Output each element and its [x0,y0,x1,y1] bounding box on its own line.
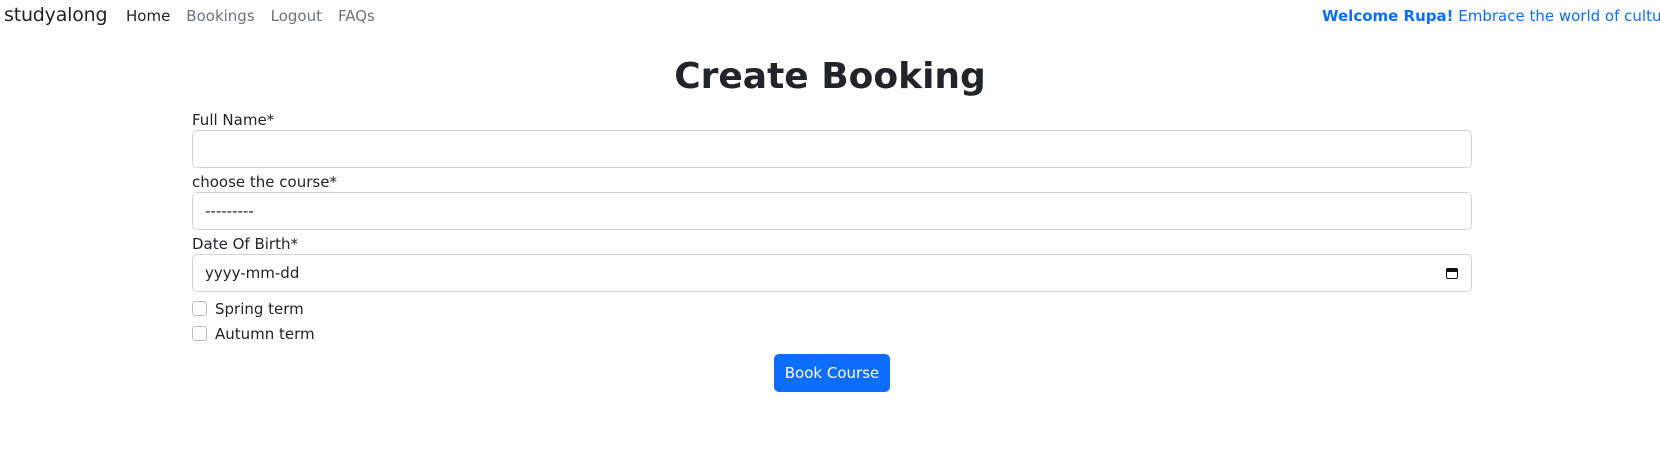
nav-link-home[interactable]: Home [126,7,170,25]
booking-form: Full Name* choose the course* --------- … [192,110,1472,346]
full-name-label: Full Name* [192,111,275,129]
course-select[interactable]: --------- [192,192,1472,230]
book-course-button[interactable]: Book Course [774,354,890,392]
welcome-message: Welcome Rupa! Embrace the world of cultu… [1322,7,1660,25]
course-selected-value: --------- [205,202,254,220]
page-title: Create Booking [674,56,986,97]
nav-link-faqs[interactable]: FAQs [338,7,375,25]
calendar-icon[interactable] [1445,266,1459,280]
nav-link-logout[interactable]: Logout [271,7,322,25]
dob-label: Date Of Birth* [192,235,298,253]
course-label: choose the course* [192,173,337,191]
autumn-term-checkbox[interactable] [192,326,207,341]
nav-links: Home Bookings Logout FAQs [126,7,375,25]
autumn-term-label[interactable]: Autumn term [215,325,315,343]
dob-placeholder: yyyy-mm-dd [205,264,300,282]
nav-link-bookings[interactable]: Bookings [186,7,254,25]
welcome-name: Welcome Rupa! [1322,7,1454,25]
dob-input[interactable]: yyyy-mm-dd [192,254,1472,292]
full-name-input[interactable] [192,130,1472,168]
spring-term-row: Spring term [192,296,1472,321]
spring-term-label[interactable]: Spring term [215,300,304,318]
spring-term-checkbox[interactable] [192,301,207,316]
navbar: studyalong Home Bookings Logout FAQs Wel… [0,0,1660,34]
brand-logo[interactable]: studyalong [4,4,108,26]
welcome-tagline: Embrace the world of culture [1458,7,1660,25]
autumn-term-row: Autumn term [192,321,1472,346]
